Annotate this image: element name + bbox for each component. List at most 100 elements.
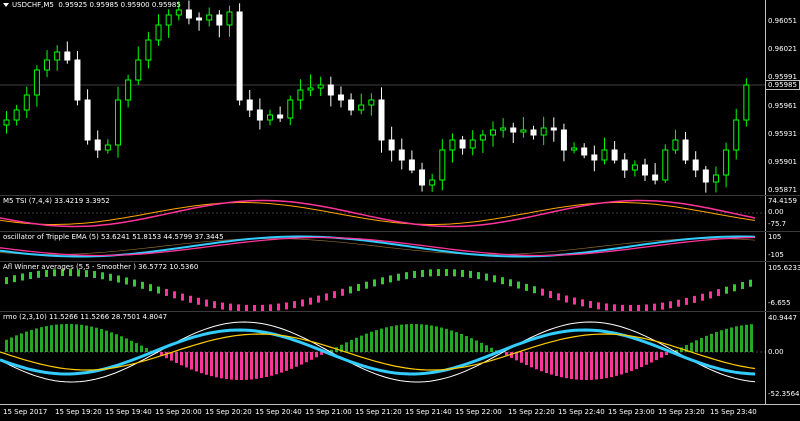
indicator-pane-tema[interactable]: oscillator of Tripple EMA (5) 53.6241 51…: [0, 232, 800, 261]
rmo-histogram-bar: [345, 342, 348, 352]
price-scale[interactable]: 0.96051 0.96021 0.95991 0.95961 0.95931 …: [765, 0, 800, 195]
afl-bar: [165, 288, 168, 296]
price-tick: 0.95871: [768, 186, 797, 194]
rmo-histogram-bar: [620, 352, 623, 375]
rmo-histogram-bar: [530, 352, 533, 368]
afl-bar: [157, 286, 160, 294]
candle-body: [510, 127, 517, 133]
afl-bar: [13, 275, 16, 283]
candle-body: [287, 99, 294, 119]
candle-body: [560, 129, 567, 151]
rmo-histogram-bar: [305, 352, 308, 363]
window-menu-icon[interactable]: [3, 3, 9, 7]
afl-bar: [477, 272, 480, 280]
afl-bar: [493, 275, 496, 283]
rmo-histogram-bar: [285, 352, 288, 371]
rmo-histogram-bar: [745, 324, 748, 352]
afl-bar: [189, 295, 192, 303]
rmo-plot[interactable]: [0, 312, 765, 404]
indicator-pane-afl-winner[interactable]: Afl Winner averages (5,5 - Smoother ) 36…: [0, 262, 800, 311]
candle-body: [611, 149, 618, 161]
scale-tick: -52.3564: [768, 390, 800, 398]
rmo-histogram-bar: [725, 328, 728, 352]
rmo-histogram-bar: [180, 352, 183, 366]
rmo-histogram-bar: [230, 352, 233, 380]
rmo-histogram-bar: [265, 352, 268, 377]
afl-bar: [501, 277, 504, 285]
candle-body: [530, 129, 537, 136]
rmo-histogram-bar: [575, 352, 578, 380]
afl-bar: [101, 272, 104, 280]
rmo-histogram-bar: [430, 325, 433, 352]
candlestick-chart[interactable]: [0, 0, 765, 195]
rmo-histogram-bar: [100, 329, 103, 352]
candle-body: [520, 129, 527, 133]
rmo-histogram-bar: [70, 324, 73, 352]
rmo-histogram-bar: [65, 324, 68, 352]
rmo-histogram-bar: [195, 352, 198, 372]
afl-bar: [93, 271, 96, 279]
rmo-histogram-bar: [95, 327, 98, 352]
afl-bar: [589, 301, 592, 309]
rmo-histogram-bar: [220, 352, 223, 379]
candle-body: [662, 149, 669, 181]
symbol-label: USDCHF,M5: [12, 1, 54, 9]
candle-body: [114, 99, 121, 146]
indicator-scale: 105 -105: [765, 232, 800, 261]
rmo-histogram-bar: [445, 328, 448, 352]
afl-bar: [733, 284, 736, 292]
afl-bar: [117, 275, 120, 283]
rmo-histogram-bar: [390, 326, 393, 352]
afl-bar: [141, 281, 144, 289]
candle-body: [439, 149, 446, 181]
rmo-histogram-bar: [665, 352, 668, 356]
candle-body: [33, 69, 40, 96]
rmo-histogram-bar: [260, 352, 263, 379]
afl-bar: [237, 304, 240, 311]
time-label: 15 Sep 22:20: [508, 408, 555, 416]
rmo-histogram-bar: [520, 352, 523, 363]
indicator-label: oscillator of Tripple EMA (5) 53.6241 51…: [3, 233, 224, 241]
afl-bar: [653, 303, 656, 311]
candle-body: [591, 154, 598, 161]
rmo-histogram-bar: [255, 352, 258, 379]
rmo-histogram-bar: [5, 339, 8, 352]
rmo-histogram-bar: [370, 331, 373, 352]
rmo-histogram-bar: [590, 352, 593, 380]
indicator-pane-tsi[interactable]: M5 TSI (7,4,4) 33.4219 3.3952 74.4159 0.…: [0, 196, 800, 231]
candle-body: [642, 164, 649, 176]
rmo-histogram-bar: [55, 324, 58, 352]
candle-body: [165, 14, 172, 26]
tsi-line: [0, 199, 756, 228]
afl-bar: [197, 297, 200, 305]
afl-bar: [709, 291, 712, 299]
afl-bar: [661, 302, 664, 310]
rmo-histogram-bar: [35, 328, 38, 352]
afl-bar: [605, 303, 608, 311]
afl-bar: [277, 303, 280, 311]
rmo-histogram-bar: [110, 332, 113, 352]
afl-bar: [37, 270, 40, 278]
afl-bar: [701, 293, 704, 301]
rmo-histogram-bar: [45, 326, 48, 352]
time-label: 15 Sep 23:20: [658, 408, 705, 416]
time-axis[interactable]: 15 Sep 2017 15 Sep 19:20 15 Sep 19:40 15…: [0, 404, 800, 421]
rmo-histogram-bar: [60, 324, 63, 352]
candle-body: [44, 59, 51, 71]
afl-bar: [669, 301, 672, 309]
tsi-plot[interactable]: [0, 196, 765, 231]
rmo-histogram-bar: [625, 352, 628, 373]
candle-body: [236, 11, 243, 101]
afl-bar: [317, 295, 320, 303]
main-chart-pane[interactable]: USDCHF,M5 0.95925 0.95985 0.95900 0.9598…: [0, 0, 800, 195]
candle-body: [135, 59, 142, 81]
rmo-histogram-bar: [480, 342, 483, 352]
rmo-histogram-bar: [90, 326, 93, 352]
rmo-histogram-bar: [410, 324, 413, 352]
indicator-pane-rmo[interactable]: rmo (2,3,10) 11.5266 11.5266 28.7501 4.8…: [0, 312, 800, 404]
afl-bar: [509, 279, 512, 287]
rmo-histogram-bar: [455, 332, 458, 352]
candle-body: [479, 134, 486, 141]
rmo-histogram-bar: [190, 352, 193, 370]
indicator-scale: 105.6233 -6.655: [765, 262, 800, 311]
